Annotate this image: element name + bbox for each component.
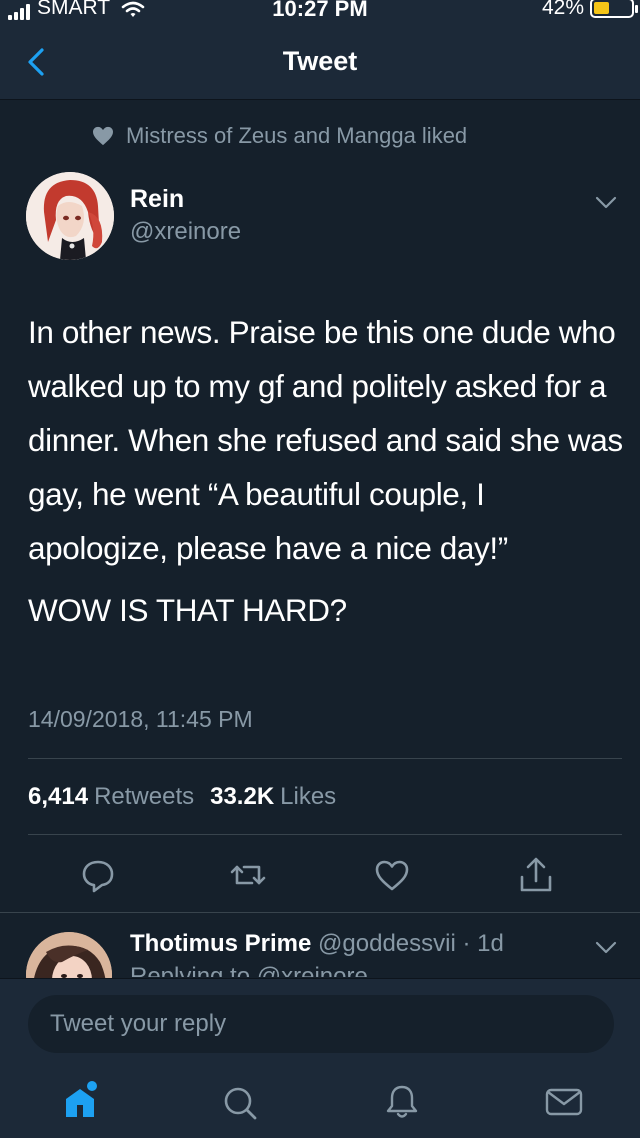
battery-percent: 42% (541, 0, 584, 19)
author-handle[interactable]: @xreinore (130, 218, 241, 246)
retweets-label: Retweets (94, 783, 195, 810)
retweet-button[interactable] (228, 855, 268, 895)
author-avatar[interactable] (26, 172, 114, 260)
social-context[interactable]: Mistress of Zeus and Mangga liked (92, 123, 467, 149)
social-context-text: Mistress of Zeus and Mangga liked (126, 123, 468, 148)
battery-level (594, 2, 609, 14)
reply-menu-button[interactable] (592, 935, 620, 959)
retweet-icon (230, 865, 266, 885)
tweet-stats: 6,414 Retweets 33.2K Likes (28, 783, 336, 811)
like-button[interactable] (372, 855, 412, 895)
likes-stat[interactable]: 33.2K Likes (210, 783, 336, 811)
divider (28, 758, 622, 759)
bottom-bar (0, 978, 640, 1138)
tweet-paragraph: In other news. Praise be this one dude w… (28, 314, 623, 566)
divider (28, 834, 622, 835)
battery-icon (590, 0, 638, 18)
share-icon (520, 857, 552, 892)
heart-icon (93, 126, 113, 146)
tweet-menu-button[interactable] (592, 190, 620, 214)
tweet-timestamp: 14/09/2018, 11:45 PM (28, 706, 253, 732)
tab-notifications[interactable] (380, 1079, 424, 1123)
retweets-count: 6,414 (28, 783, 89, 810)
section-divider (0, 912, 640, 913)
like-icon (375, 860, 409, 891)
notifications-icon (386, 1085, 418, 1118)
battery-group: 42% (541, 0, 638, 20)
reply-separator: · (455, 930, 478, 957)
status-bar: SMART 10:27 PM 42% (0, 0, 640, 22)
page-title: Tweet (282, 46, 358, 76)
messages-icon (545, 1088, 583, 1116)
chevron-down-icon (595, 941, 617, 954)
reply-age: 1d (477, 930, 504, 957)
tweet-paragraph: WOW IS THAT HARD? (28, 592, 347, 628)
avatar-illustration (26, 172, 114, 260)
top-bar: SMART 10:27 PM 42% Tweet (0, 0, 640, 100)
tab-messages[interactable] (542, 1079, 586, 1123)
retweets-stat[interactable]: 6,414 Retweets (28, 783, 194, 811)
home-icon (66, 1081, 97, 1117)
share-button[interactable] (516, 855, 556, 895)
search-icon (224, 1087, 257, 1120)
tweet-text: In other news. Praise be this one dude w… (28, 305, 628, 637)
chevron-down-icon (595, 196, 617, 209)
reply-author-handle[interactable]: @goddessvii (318, 930, 456, 957)
reply-icon (82, 860, 114, 893)
reply-header: Thotimus Prime @goddessvii · 1d (130, 930, 504, 958)
tab-home[interactable] (58, 1079, 102, 1123)
reply-author-name[interactable]: Thotimus Prime (130, 930, 311, 957)
reply-context: Replying to @xreinore (130, 963, 368, 977)
reply-button[interactable] (78, 855, 118, 895)
reply-input[interactable] (28, 995, 614, 1053)
tab-search[interactable] (218, 1079, 262, 1123)
likes-count: 33.2K (210, 783, 275, 810)
likes-label: Likes (280, 783, 337, 810)
author-name[interactable]: Rein (130, 185, 184, 214)
